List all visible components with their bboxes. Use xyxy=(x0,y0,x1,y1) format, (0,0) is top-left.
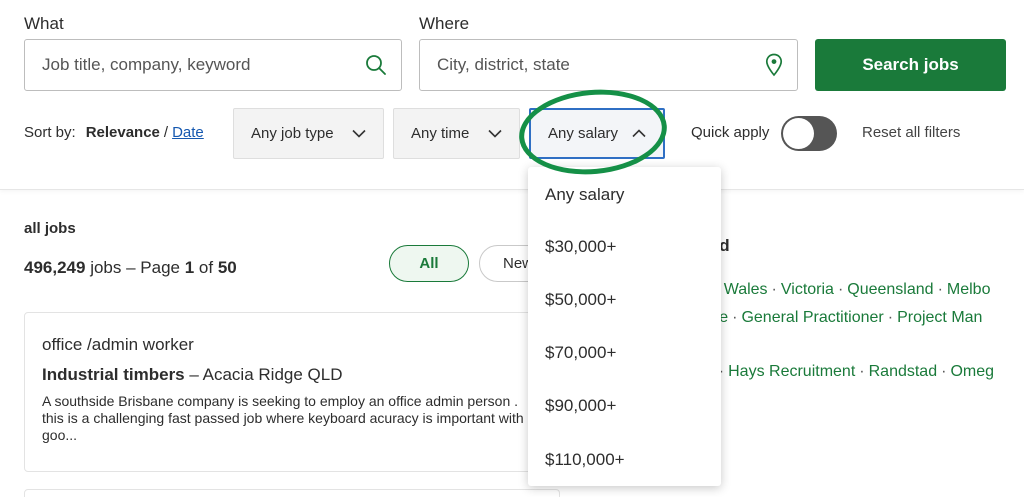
company-dash: – xyxy=(189,365,199,384)
current-page: 1 xyxy=(184,258,195,277)
salary-option[interactable]: $90,000+ xyxy=(545,396,616,416)
chevron-down-icon xyxy=(352,129,366,138)
salary-filter[interactable]: Any salary xyxy=(529,108,665,159)
chevron-down-icon xyxy=(488,129,502,138)
filter-pill-all[interactable]: All xyxy=(389,245,469,282)
snippet-line: this is a challenging fast passed job wh… xyxy=(42,410,524,426)
chevron-up-icon xyxy=(632,129,646,138)
job-location: Acacia Ridge QLD xyxy=(202,365,343,384)
company-name[interactable]: Industrial timbers xyxy=(42,365,185,384)
side-separator: · xyxy=(859,363,865,380)
time-filter[interactable]: Any time xyxy=(393,108,520,159)
quick-apply-toggle[interactable] xyxy=(781,116,837,151)
job-count: 496,249 xyxy=(24,258,86,277)
sort-label: Sort by: xyxy=(24,124,76,141)
where-label: Where xyxy=(419,14,470,33)
salary-option[interactable]: Any salary xyxy=(545,185,624,205)
what-label: What xyxy=(24,14,64,33)
side-separator: · xyxy=(937,281,943,298)
search-jobs-button[interactable]: Search jobs xyxy=(815,39,1006,91)
count-suffix: jobs – Page xyxy=(90,258,180,277)
job-title[interactable]: office /admin worker xyxy=(42,335,194,355)
side-link[interactable]: Omeg xyxy=(950,363,994,380)
side-separator: · xyxy=(732,309,738,326)
search-icon[interactable] xyxy=(365,54,387,76)
side-separator: · xyxy=(771,281,777,298)
sort-relevance[interactable]: Relevance xyxy=(86,124,160,141)
quick-apply-label: Quick apply xyxy=(691,124,770,141)
salary-option[interactable]: $110,000+ xyxy=(545,450,625,470)
sort-separator: / xyxy=(163,124,169,141)
where-input[interactable] xyxy=(437,55,765,75)
location-pin-icon[interactable] xyxy=(765,53,783,77)
side-link[interactable]: Queensland xyxy=(847,281,933,298)
reset-filters-link[interactable]: Reset all filters xyxy=(862,124,960,141)
side-separator: · xyxy=(837,281,844,298)
side-link[interactable]: General Practitioner xyxy=(741,309,883,326)
where-field[interactable] xyxy=(419,39,798,91)
job-type-filter-label: Any job type xyxy=(251,125,334,142)
side-separator: · xyxy=(887,309,894,326)
salary-option[interactable]: $70,000+ xyxy=(545,343,616,363)
job-type-filter[interactable]: Any job type xyxy=(233,108,384,159)
what-input[interactable] xyxy=(42,55,365,75)
salary-filter-label: Any salary xyxy=(548,125,619,142)
job-card[interactable]: office /admin worker Industrial timbers … xyxy=(24,312,560,472)
page-of: of xyxy=(198,258,214,277)
side-link[interactable]: Randstad xyxy=(869,363,938,380)
side-location-links: uth Wales · Victoria · Queensland · Melbo xyxy=(697,281,990,299)
job-card[interactable] xyxy=(24,489,560,497)
snippet-line: goo... xyxy=(42,427,78,443)
salary-option[interactable]: $30,000+ xyxy=(545,237,616,257)
time-filter-label: Any time xyxy=(411,125,470,142)
search-header: What Where Search jobs Sort by: Relevanc… xyxy=(0,0,1024,190)
side-role-links: urse·General Practitioner·Project Man xyxy=(697,309,982,327)
toggle-knob xyxy=(783,118,814,149)
snippet-line: A southside Brisbane company is seeking … xyxy=(42,393,519,409)
job-company-line: Industrial timbers – Acacia Ridge QLD xyxy=(42,365,342,385)
sort-date-link[interactable]: Date xyxy=(172,124,204,141)
side-link[interactable]: Hays Recruitment xyxy=(728,363,855,380)
salary-dropdown-menu: Any salary $30,000+ $50,000+ $70,000+ $9… xyxy=(528,167,721,486)
sort-control: Sort by: Relevance / Date xyxy=(24,124,204,141)
side-link[interactable]: Melbo xyxy=(947,281,991,298)
what-field[interactable] xyxy=(24,39,402,91)
side-company-links: up·Hays Recruitment·Randstad·Omeg xyxy=(697,363,994,381)
salary-option[interactable]: $50,000+ xyxy=(545,290,616,310)
side-link[interactable]: Project Man xyxy=(897,309,982,326)
results-count: 496,249 jobs – Page 1 of 50 xyxy=(24,258,237,278)
job-snippet: A southside Brisbane company is seeking … xyxy=(42,393,542,444)
side-separator: · xyxy=(941,363,947,380)
side-link[interactable]: Victoria xyxy=(781,281,834,298)
results-title: all jobs xyxy=(24,220,76,237)
total-pages: 50 xyxy=(217,258,237,277)
